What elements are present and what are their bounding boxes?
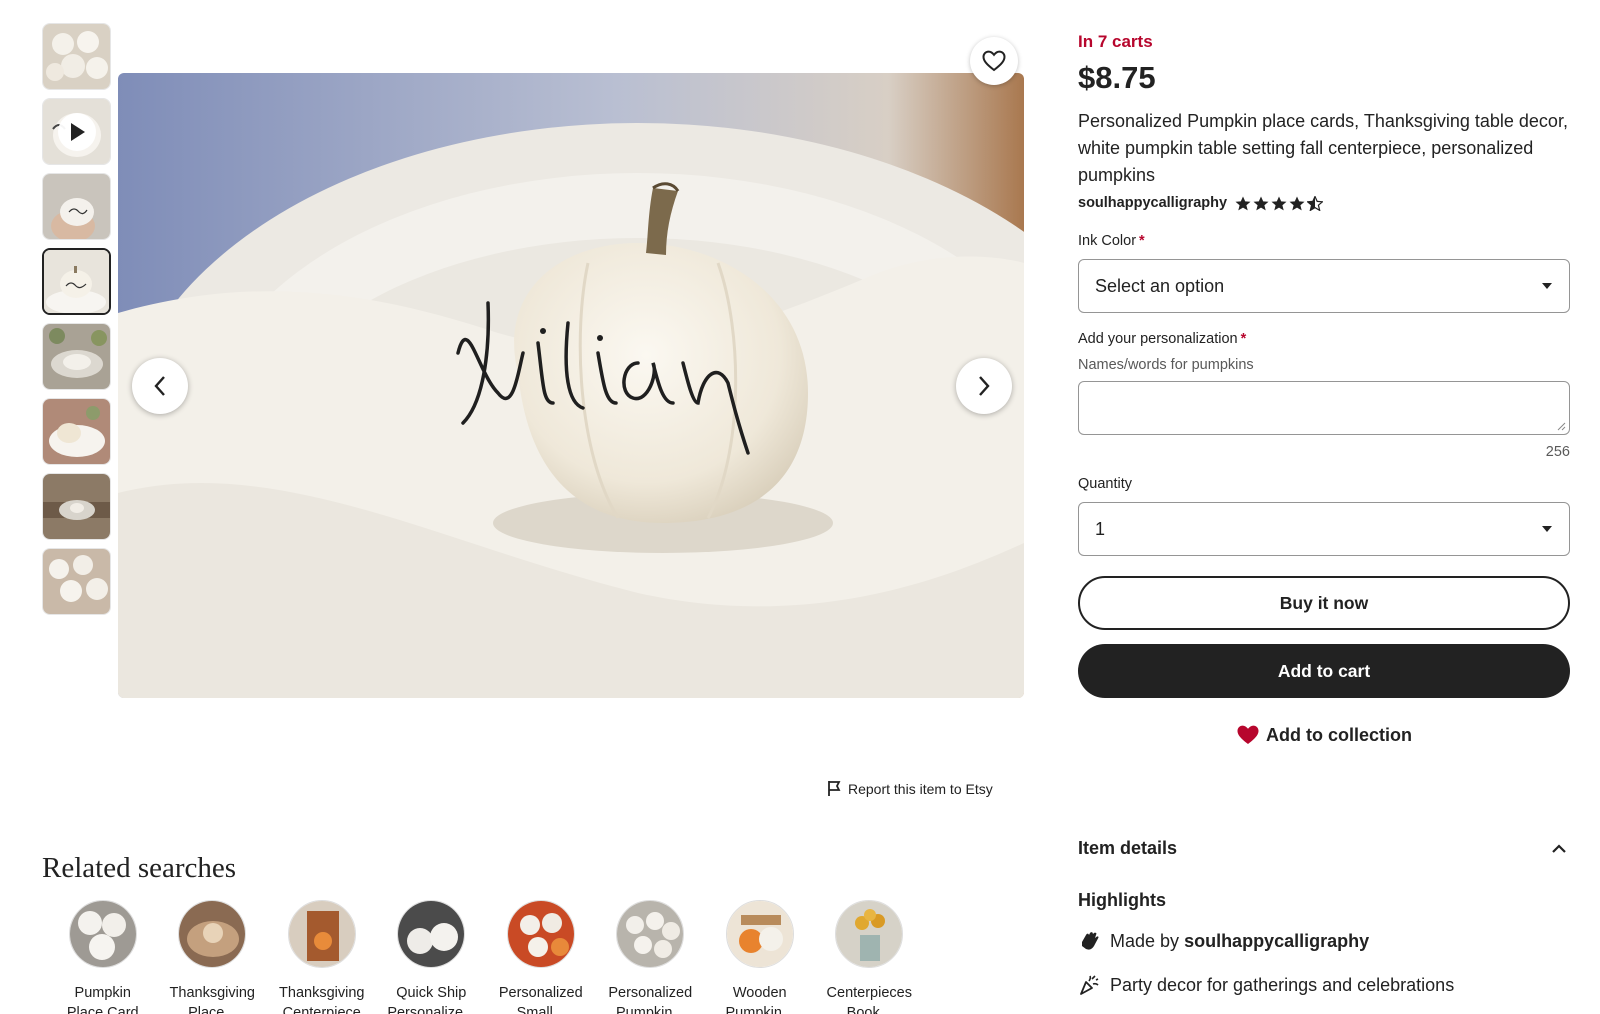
related-search-item[interactable]: Thanksgiving Place...: [158, 900, 268, 1014]
thumbnail-3[interactable]: [42, 173, 111, 240]
highlight-made-by: Made by soulhappycalligraphy: [1078, 930, 1369, 952]
personalization-hint: Names/words for pumpkins: [1078, 357, 1254, 373]
highlight-occasion: Party decor for gatherings and celebrati…: [1078, 974, 1454, 996]
character-counter: 256: [1545, 444, 1570, 460]
required-mark: *: [1139, 233, 1145, 249]
personalization-label: Add your personalization *: [1078, 331, 1247, 347]
related-search-image: [835, 900, 904, 968]
resize-grip-icon[interactable]: [1557, 422, 1566, 431]
thumbnail-list: [42, 23, 112, 623]
next-image-button[interactable]: [956, 358, 1012, 414]
related-search-item[interactable]: Thanksgiving Centerpiece: [267, 900, 377, 1014]
related-search-line1: Centerpieces: [826, 985, 912, 1001]
thumbnail-4-active[interactable]: [42, 248, 111, 315]
related-search-line1: Personalized: [608, 985, 693, 1001]
thumbnail-video[interactable]: [42, 98, 111, 165]
related-searches-list: Pumpkin Place Card Thanksgiving Place... T…: [48, 900, 924, 1014]
ink-color-value: Select an option: [1095, 275, 1225, 296]
heart-outline-icon: [982, 50, 1006, 72]
related-search-line2: Place Card: [66, 1005, 139, 1014]
chevron-left-icon: [154, 376, 165, 396]
related-search-item[interactable]: Centerpieces Book...: [815, 900, 925, 1014]
related-search-line2: Small...: [516, 1005, 565, 1014]
ink-color-label: Ink Color *: [1078, 233, 1145, 249]
related-searches-title: Related searches: [42, 852, 237, 884]
related-search-line2: Pumpkin...: [616, 1005, 685, 1014]
star-icon: [1271, 196, 1287, 210]
previous-image-button[interactable]: [132, 358, 188, 414]
related-search-line2: Centerpiece: [282, 1005, 361, 1014]
related-search-line2: Book...: [846, 1005, 892, 1014]
related-search-item[interactable]: Quick Ship Personalize...: [377, 900, 487, 1014]
quantity-label: Quantity: [1078, 476, 1132, 492]
thumbnail-1[interactable]: [42, 23, 111, 90]
personalization-textarea[interactable]: [1078, 381, 1570, 435]
half-star-icon: [1307, 195, 1324, 211]
related-search-item[interactable]: Pumpkin Place Card: [48, 900, 158, 1014]
chevron-up-icon: [1552, 844, 1566, 853]
add-to-cart-button[interactable]: Add to cart: [1078, 644, 1570, 698]
related-search-image: [287, 900, 356, 968]
related-search-item[interactable]: Personalized Small...: [486, 900, 596, 1014]
related-search-item[interactable]: Personalized Pumpkin...: [596, 900, 706, 1014]
chevron-right-icon: [979, 376, 990, 396]
item-details-toggle[interactable]: Item details: [1078, 838, 1566, 859]
quantity-select[interactable]: 1: [1078, 502, 1570, 556]
made-by-shop-link[interactable]: soulhappycalligraphy: [1184, 931, 1369, 951]
required-mark: *: [1240, 331, 1247, 347]
in-carts-badge: In 7 carts: [1078, 32, 1153, 51]
related-search-image: [397, 900, 466, 968]
hand-wave-icon: [1082, 932, 1099, 950]
related-search-line1: Personalized: [498, 985, 583, 1001]
related-search-line1: Thanksgiving: [169, 985, 255, 1001]
report-item-link[interactable]: Report this item to Etsy: [827, 780, 993, 797]
related-search-image: [725, 900, 794, 968]
thumbnail-7[interactable]: [42, 473, 111, 540]
star-rating: [1235, 195, 1324, 211]
caret-down-icon: [1542, 283, 1552, 289]
related-search-line1: Thanksgiving: [279, 985, 365, 1001]
related-search-line1: Pumpkin: [74, 985, 131, 1001]
seller-name[interactable]: soulhappycalligraphy: [1078, 195, 1227, 211]
made-by-prefix: Made by: [1110, 930, 1180, 951]
related-search-line2: Pumpkin...: [725, 1005, 795, 1014]
related-search-image: [506, 900, 575, 968]
play-icon[interactable]: [58, 113, 96, 151]
seller-row: soulhappycalligraphy: [1078, 195, 1570, 211]
thumbnail-5[interactable]: [42, 323, 111, 390]
main-product-image: [118, 73, 1024, 698]
star-icon: [1289, 196, 1305, 210]
thumbnail-8[interactable]: [42, 548, 111, 615]
add-to-collection-label: Add to collection: [1266, 724, 1412, 745]
buy-box: In 7 carts $8.75 Personalized Pumpkin pl…: [1078, 30, 1570, 746]
buy-it-now-button[interactable]: Buy it now: [1078, 576, 1570, 630]
favorite-button[interactable]: [970, 37, 1018, 85]
related-search-image: [178, 900, 247, 968]
quantity-value: 1: [1095, 518, 1106, 539]
related-search-image: [68, 900, 137, 968]
ink-color-select[interactable]: Select an option: [1078, 259, 1570, 313]
flag-icon: [828, 781, 841, 796]
caret-down-icon: [1542, 526, 1552, 532]
related-search-line2: Personalize...: [387, 1005, 476, 1014]
report-item-label: Report this item to Etsy: [848, 780, 993, 797]
price: $8.75: [1078, 60, 1156, 95]
listing-title: Personalized Pumpkin place cards, Thanks…: [1078, 111, 1568, 185]
related-search-line1: Quick Ship: [396, 985, 467, 1001]
related-search-image: [616, 900, 685, 968]
add-to-collection-button[interactable]: Add to collection: [1078, 724, 1570, 746]
item-details-heading: Item details: [1078, 838, 1178, 858]
highlights-heading: Highlights: [1078, 890, 1166, 910]
related-search-line1: Wooden: [732, 985, 787, 1001]
party-popper-icon: [1080, 975, 1099, 995]
thumbnail-6[interactable]: [42, 398, 111, 465]
related-search-line2: Place...: [188, 1005, 237, 1014]
occasion-text: Party decor for gatherings and celebrati…: [1110, 974, 1455, 995]
heart-filled-icon: [1237, 725, 1259, 744]
star-icon: [1253, 196, 1269, 210]
star-icon: [1235, 196, 1251, 210]
related-search-item[interactable]: Wooden Pumpkin...: [705, 900, 815, 1014]
